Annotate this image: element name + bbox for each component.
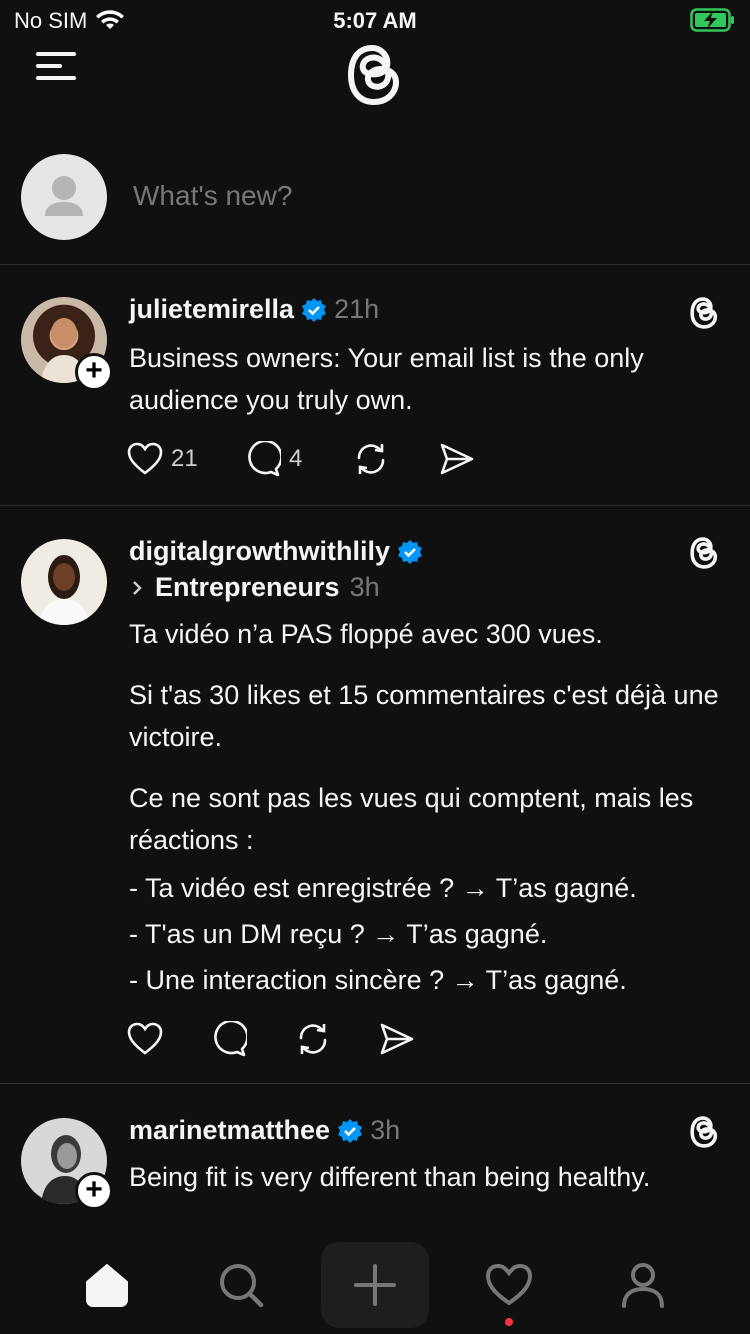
verified-badge-icon (397, 539, 422, 564)
tab-home[interactable] (70, 1236, 144, 1334)
my-avatar (21, 154, 107, 240)
post-paragraph: Business owners: Your email list is the … (129, 343, 644, 415)
post: + julietemirella 21h Business owners: Yo… (0, 266, 750, 506)
post-actions (127, 1021, 415, 1057)
post-paragraph: - T'as un DM reçu ? → T’as gagné. (129, 919, 548, 949)
threads-post-icon[interactable] (688, 536, 720, 570)
threads-logo-icon[interactable] (343, 42, 405, 108)
verified-badge-icon (302, 297, 327, 322)
post-body: Business owners: Your email list is the … (129, 337, 729, 421)
send-icon (440, 443, 474, 475)
tab-create[interactable] (321, 1242, 429, 1328)
profile-icon (622, 1263, 664, 1308)
username[interactable]: digitalgrowthwithlily (129, 536, 390, 567)
post-paragraph: Ta vidéo n’a PAS floppé avec 300 vues. (129, 619, 603, 649)
send-icon (380, 1023, 414, 1055)
menu-line-icon (36, 76, 76, 80)
post-time: 21h (334, 294, 380, 324)
username[interactable]: julietemirella (129, 294, 294, 325)
share-button[interactable] (379, 1022, 415, 1056)
like-count: 21 (171, 445, 198, 472)
post-paragraph: - Ta vidéo est enregistrée ? → T’as gagn… (129, 873, 637, 903)
post-body: Being fit is very different than being h… (129, 1156, 729, 1198)
tab-search[interactable] (204, 1236, 278, 1334)
post: + marinetmatthee 3h Being fit is very di… (0, 1085, 750, 1236)
battery-charging-icon (690, 8, 734, 32)
share-button[interactable] (439, 442, 475, 476)
menu-line-icon (36, 52, 76, 56)
heart-icon (127, 1022, 163, 1055)
post-body: Ta vidéo n’a PAS floppé avec 300 vues. S… (129, 613, 729, 1003)
reply-icon (248, 441, 281, 477)
post-header: digitalgrowthwithlily (129, 536, 423, 567)
post-paragraph: - Une interaction sincère ? → T’as gagné… (129, 965, 627, 995)
composer-placeholder[interactable]: What's new? (133, 180, 292, 212)
post-paragraph: Si t'as 30 likes et 15 commentaires c'es… (129, 680, 719, 752)
avatar[interactable] (21, 539, 107, 625)
home-icon (86, 1264, 128, 1307)
avatar-portrait-icon (39, 555, 89, 625)
like-button[interactable] (127, 1022, 211, 1056)
tab-profile[interactable] (606, 1236, 680, 1334)
clock: 5:07 AM (333, 8, 417, 33)
search-icon (220, 1264, 264, 1308)
heart-icon (485, 1263, 533, 1306)
reply-count: 4 (289, 445, 303, 472)
notification-dot (505, 1318, 513, 1326)
status-bar: No SIM 5:07 AM (0, 0, 750, 40)
menu-button[interactable] (36, 52, 76, 84)
post-header: julietemirella 21h (129, 294, 379, 325)
follow-button[interactable]: + (75, 1172, 113, 1210)
user-placeholder-icon (45, 176, 83, 216)
post-time: 3h (349, 572, 380, 602)
threads-post-icon[interactable] (688, 1115, 720, 1149)
heart-icon (127, 442, 163, 475)
post-paragraph: Ce ne sont pas les vues qui comptent, ma… (129, 783, 694, 855)
post: digitalgrowthwithlily Entrepreneurs 3h T… (0, 506, 750, 1084)
verified-badge-icon (338, 1118, 363, 1143)
repost-button[interactable] (353, 441, 439, 477)
threads-post-icon[interactable] (688, 296, 720, 330)
plus-icon (354, 1264, 396, 1306)
post-paragraph: Being fit is very different than being h… (129, 1162, 651, 1192)
reply-icon (214, 1021, 247, 1057)
community-name[interactable]: Entrepreneurs (155, 572, 340, 603)
post-time: 3h (370, 1115, 401, 1145)
post-header: marinetmatthee 3h (129, 1115, 400, 1146)
repost-icon (299, 1024, 327, 1054)
post-actions: 21 4 (127, 441, 475, 477)
follow-button[interactable]: + (75, 353, 113, 391)
reply-button[interactable]: 4 (245, 441, 353, 477)
repost-button[interactable] (295, 1021, 379, 1057)
reply-button[interactable] (211, 1021, 295, 1057)
username[interactable]: marinetmatthee (129, 1115, 330, 1146)
composer[interactable]: What's new? (0, 150, 750, 265)
like-button[interactable]: 21 (127, 442, 245, 476)
community-tag[interactable]: Entrepreneurs 3h (129, 572, 380, 603)
repost-icon (357, 444, 385, 474)
menu-line-icon (36, 64, 62, 68)
tab-bar (0, 1236, 750, 1334)
chevron-right-icon (133, 580, 142, 595)
top-navigation (0, 40, 750, 110)
